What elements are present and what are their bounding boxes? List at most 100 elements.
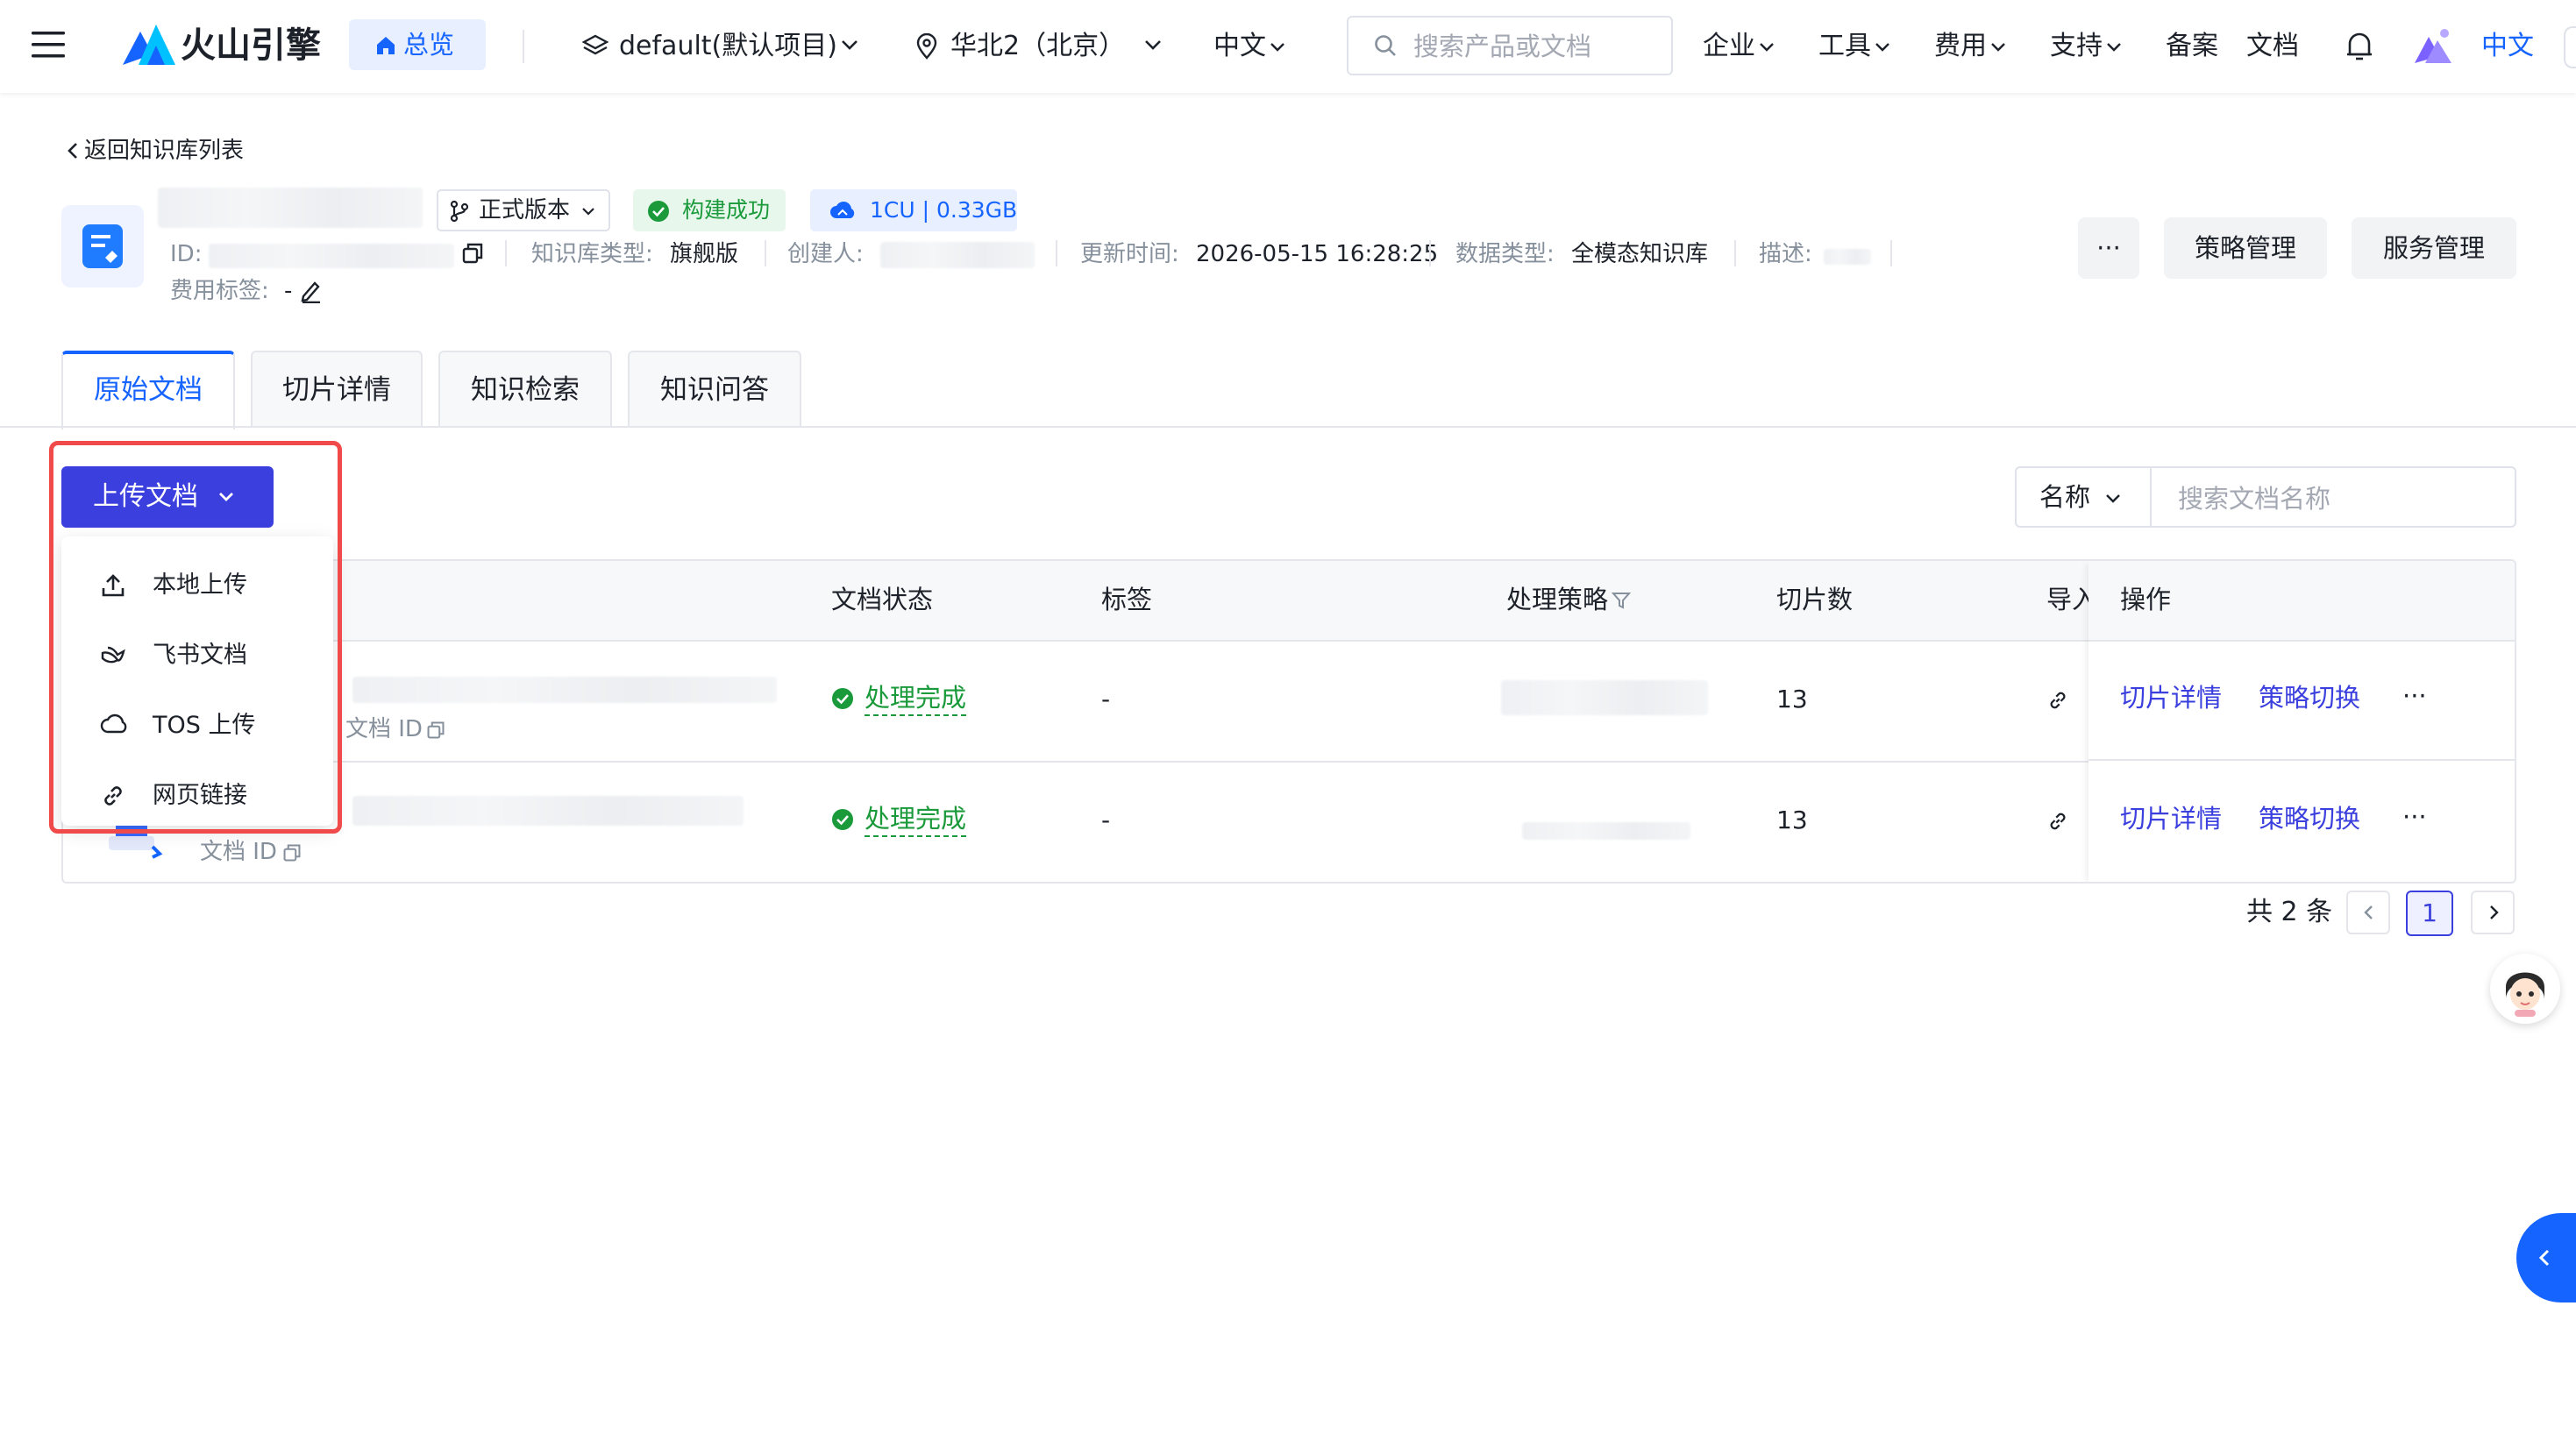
nav-menu-enterprise[interactable]: 企业: [1703, 0, 1782, 93]
separator: [1890, 240, 1892, 266]
bell-icon[interactable]: [2345, 30, 2374, 63]
tab-knowledge-qa[interactable]: 知识问答: [628, 351, 801, 428]
copy-icon[interactable]: [426, 720, 445, 740]
tab-original-documents[interactable]: 原始文档: [61, 351, 235, 429]
layers-icon: [582, 34, 608, 55]
document-search-input[interactable]: [2176, 481, 2495, 516]
upload-document-button[interactable]: 上传文档: [61, 466, 274, 528]
cloud-icon: [830, 202, 855, 218]
upload-dropdown-menu: 本地上传 飞书文档 TOS 上传 网页链接: [61, 536, 333, 826]
chevron-down-icon: [842, 40, 857, 50]
user-avatar-icon[interactable]: [2413, 26, 2453, 65]
hamburger-menu-icon[interactable]: [32, 30, 65, 60]
chevron-down-icon: [2106, 494, 2120, 503]
resource-badge: 1CU | 0.33GB: [810, 189, 1017, 231]
doc-tag: -: [1101, 806, 1111, 834]
page-number-button[interactable]: 1: [2406, 891, 2453, 936]
doc-status[interactable]: 处理完成: [865, 801, 967, 837]
next-page-button[interactable]: [2471, 891, 2515, 934]
chunk-details-link[interactable]: 切片详情: [2120, 680, 2222, 715]
creator-label: 创建人:: [787, 241, 864, 267]
cloud-icon: [100, 713, 127, 734]
upload-icon: [102, 574, 125, 597]
language-switch-right[interactable]: 中文: [2481, 29, 2534, 64]
check-circle-icon: [648, 201, 669, 222]
link-icon[interactable]: [2046, 689, 2069, 712]
doc-name-redacted: [352, 796, 744, 826]
doc-file-icon: [109, 824, 167, 859]
doc-status[interactable]: 处理完成: [865, 680, 967, 716]
language-selector[interactable]: 中文: [1213, 0, 1310, 93]
region-selector[interactable]: 华北2（北京）: [915, 0, 1170, 93]
link-icon: [104, 786, 122, 806]
project-selector[interactable]: default(默认项目): [582, 0, 863, 93]
pagination-total: 共 2 条: [2246, 897, 2333, 927]
chevron-down-icon: [582, 208, 594, 216]
copy-icon[interactable]: [461, 242, 484, 265]
separator: [765, 240, 766, 266]
logo-text[interactable]: 火山引擎: [181, 23, 321, 68]
description-redacted: [1824, 249, 1871, 265]
menu-item-tos-upload[interactable]: TOS 上传: [61, 694, 333, 757]
nav-menu-tools[interactable]: 工具: [1818, 0, 1897, 93]
global-search-input[interactable]: [1412, 30, 1661, 63]
version-selector[interactable]: 正式版本: [437, 189, 610, 231]
separator: [505, 240, 507, 266]
nav-docs-link[interactable]: 文档: [2246, 29, 2299, 64]
nav-menu-support[interactable]: 支持: [2050, 0, 2129, 93]
data-type-label: 数据类型:: [1455, 241, 1555, 267]
side-panel-toggle[interactable]: [2516, 1213, 2576, 1302]
switch-strategy-link[interactable]: 策略切换: [2259, 680, 2360, 715]
check-circle-icon: [832, 809, 853, 830]
operations-column: 操作 切片详情 策略切换 ··· 切片详情 策略切换 ···: [2089, 561, 2515, 882]
chevron-left-icon: [2364, 905, 2373, 919]
filter-funnel-icon[interactable]: [1612, 591, 1631, 610]
edit-pencil-icon[interactable]: [300, 279, 323, 303]
col-chunks: 切片数: [1776, 585, 1854, 614]
check-circle-icon: [832, 688, 853, 709]
menu-item-web-link[interactable]: 网页链接: [61, 764, 333, 827]
chevron-down-icon: [1760, 43, 1774, 52]
global-search-box[interactable]: [1347, 16, 1673, 75]
prev-page-button[interactable]: [2346, 891, 2390, 934]
switch-strategy-link[interactable]: 策略切换: [2259, 801, 2360, 836]
assistant-avatar-icon[interactable]: [2490, 954, 2560, 1024]
knowledge-base-icon: [61, 205, 144, 287]
document-table: 文档状态 标签 处理策略 切片数 导入 文档 ID 处理完成 - 13 文档 I…: [61, 559, 2516, 884]
description-label: 描述:: [1759, 241, 1812, 267]
document-search-box[interactable]: [2150, 466, 2516, 528]
col-operations-header: 操作: [2089, 561, 2515, 642]
nav-filing-link[interactable]: 备案: [2166, 29, 2218, 64]
cost-tag-value: -: [284, 278, 293, 304]
data-type-value: 全模态知识库: [1571, 241, 1709, 267]
strategy-management-button[interactable]: 策略管理: [2164, 217, 2327, 279]
cost-tag-label: 费用标签:: [170, 278, 269, 304]
doc-id-label: 文档 ID: [200, 839, 277, 865]
link-icon[interactable]: [2046, 810, 2069, 833]
service-management-button[interactable]: 服务管理: [2352, 217, 2516, 279]
updated-value: 2026-05-15 16:28:25: [1196, 241, 1439, 267]
copy-icon[interactable]: [282, 843, 302, 862]
menu-item-local-upload[interactable]: 本地上传: [61, 554, 333, 617]
separator: [1056, 240, 1057, 266]
chevron-down-icon: [1145, 40, 1161, 50]
chevron-left-icon: [68, 143, 77, 159]
overview-button[interactable]: 总览: [349, 19, 486, 70]
row-more-button[interactable]: ···: [2402, 799, 2427, 834]
more-actions-button[interactable]: ···: [2078, 217, 2139, 279]
separator: [1429, 240, 1431, 266]
menu-item-feishu-doc[interactable]: 飞书文档: [61, 624, 333, 687]
chevron-down-icon: [1991, 43, 2005, 52]
strategy-redacted: [1522, 822, 1690, 840]
nav-menu-billing[interactable]: 费用: [1934, 0, 2013, 93]
volcengine-logo-icon[interactable]: [123, 21, 177, 67]
chunk-details-link[interactable]: 切片详情: [2120, 801, 2222, 836]
ops-row-divider: [2089, 759, 2515, 761]
chevron-left-icon: [2538, 1249, 2550, 1267]
col-operations: 操作: [2120, 585, 2172, 614]
search-field-selector[interactable]: 名称: [2015, 466, 2150, 528]
location-pin-icon: [916, 33, 937, 60]
row-more-button[interactable]: ···: [2402, 678, 2427, 713]
tab-chunk-details[interactable]: 切片详情: [251, 351, 423, 428]
tab-knowledge-search[interactable]: 知识检索: [438, 351, 612, 428]
